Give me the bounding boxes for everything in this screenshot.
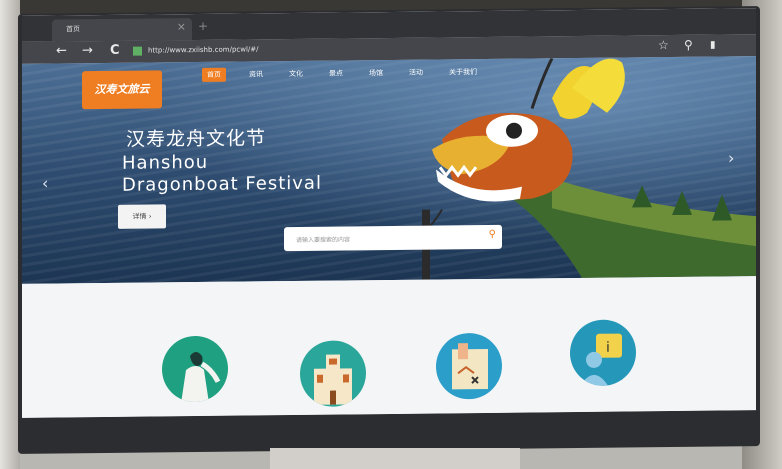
hero-title-english-line1: Hanshou — [122, 151, 209, 174]
menu-item-culture[interactable]: 文化 — [284, 67, 308, 81]
carousel-prev-icon[interactable]: ‹ — [42, 174, 48, 193]
hero-title-english-line2: Dragonboat Festival — [122, 172, 322, 196]
menu-item-news[interactable]: 资讯 — [244, 67, 268, 81]
search-icon[interactable]: ⚲ — [684, 38, 693, 52]
site-logo[interactable]: 汉寿文旅云 — [82, 70, 162, 110]
hero-banner: 汉寿文旅云 首页 资讯 文化 景点 场馆 活动 关于我们 汉寿龙舟文化节 Han… — [22, 56, 756, 284]
menu-item-activities[interactable]: 活动 — [404, 66, 428, 80]
menu-item-scenic[interactable]: 景点 — [324, 66, 348, 80]
room-background-left — [0, 0, 20, 469]
search-box[interactable]: 请输入要搜索的内容 ⚲ — [284, 224, 502, 252]
monitor-screen: 首页 × + ← → C http://www.zxiishb.com/pcwl… — [22, 8, 756, 418]
menu-item-home[interactable]: 首页 — [202, 67, 226, 82]
culture-figure-icon[interactable] — [162, 335, 228, 403]
carousel-next-icon[interactable]: › — [728, 148, 734, 167]
menu-item-about[interactable]: 关于我们 — [444, 65, 482, 79]
info-service-icon[interactable]: i — [570, 319, 636, 387]
tab-close-icon[interactable]: × — [177, 20, 186, 33]
reload-icon[interactable]: C — [110, 43, 120, 58]
browser-tab[interactable]: 首页 × — [52, 18, 192, 42]
back-icon[interactable]: ← — [56, 43, 67, 58]
new-tab-icon[interactable]: + — [198, 19, 208, 33]
monitor-stand — [270, 448, 520, 469]
feature-section: i — [22, 276, 756, 418]
svg-text:i: i — [606, 340, 610, 356]
site-favicon-icon — [133, 46, 142, 56]
menu-item-venues[interactable]: 场馆 — [364, 66, 388, 80]
info-illustration: i — [580, 333, 622, 386]
forward-icon[interactable]: → — [82, 43, 93, 58]
building-illustration — [314, 354, 352, 405]
search-input[interactable]: 请输入要搜索的内容 — [296, 234, 350, 244]
url-field[interactable]: http://www.zxiishb.com/pcwl/#/ — [148, 45, 259, 54]
search-button-icon[interactable]: ⚲ — [489, 229, 496, 240]
details-button[interactable]: 详情 › — [118, 204, 166, 229]
star-icon[interactable]: ☆ — [658, 38, 669, 52]
bookmark-icon[interactable]: ▮ — [710, 40, 716, 51]
map-illustration — [452, 343, 488, 390]
figure-illustration — [180, 352, 221, 403]
tab-title: 首页 — [66, 25, 80, 34]
hero-title-chinese: 汉寿龙舟文化节 — [126, 127, 267, 151]
map-guide-icon[interactable] — [436, 332, 502, 400]
venue-building-icon[interactable] — [300, 340, 366, 407]
